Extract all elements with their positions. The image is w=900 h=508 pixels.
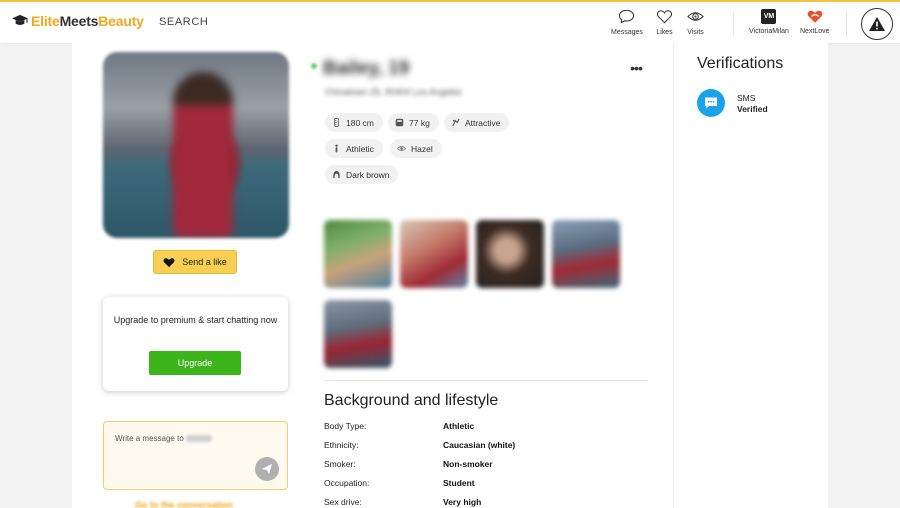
sms-verification-badge: [697, 89, 725, 117]
scale-icon: [395, 118, 404, 127]
header-divider: [733, 11, 734, 37]
gallery-thumbnail[interactable]: [324, 220, 392, 288]
attribute-value: Non-smoker: [443, 459, 493, 469]
hair-icon: [333, 170, 340, 179]
verifications-title: Verifications: [697, 55, 784, 72]
site-logo[interactable]: Elite Meets Beauty: [11, 13, 144, 29]
attribute-value: Student: [443, 478, 475, 488]
nextlove-label: NextLove: [800, 28, 830, 35]
logo-word-1: Elite: [31, 13, 60, 29]
height-icon: [334, 118, 339, 127]
logo-word-2: Meets: [59, 13, 99, 29]
attribute-label: Ethnicity:: [324, 440, 359, 450]
upgrade-button[interactable]: Upgrade: [149, 351, 241, 375]
graduation-cap-icon: [12, 14, 28, 25]
message-input[interactable]: Write a message to: [103, 421, 288, 490]
gallery-thumbnail[interactable]: [324, 300, 392, 368]
nextlove-logo-icon: [807, 10, 823, 23]
eye-icon: [687, 12, 704, 21]
messages-nav-label: Messages: [611, 29, 643, 36]
profile-location: Chinatown 25, 90404 Los Angeles: [325, 87, 462, 97]
warning-triangle-icon: [869, 17, 885, 31]
gallery-thumbnail[interactable]: [400, 220, 468, 288]
paper-plane-icon: [262, 464, 272, 474]
logo-word-3: Beauty: [98, 13, 144, 29]
attribute-label: Occupation:: [324, 478, 370, 488]
attribute-label: Body Type:: [324, 421, 367, 431]
photo-subject-blurred: [173, 72, 233, 238]
profile-name: Bailey, 19: [323, 58, 410, 79]
blurred-username: [185, 435, 212, 443]
send-message-button[interactable]: [255, 457, 279, 481]
victoriamilan-partner-link[interactable]: VM VictoriaMilan: [749, 9, 789, 35]
column-divider: [673, 43, 674, 508]
visits-nav-label: Visits: [687, 29, 704, 36]
sparkle-icon: [452, 118, 460, 127]
profile-photo[interactable]: [103, 52, 289, 238]
tag-height: 180 cm: [325, 113, 383, 132]
section-divider: [324, 380, 648, 381]
tag-eye-color: Hazel: [390, 139, 442, 158]
eye-icon: [397, 146, 406, 151]
victoriamilan-logo-icon: VM: [761, 9, 777, 24]
tag-weight: 77 kg: [388, 113, 439, 132]
attribute-value: Athletic: [443, 421, 475, 431]
chat-bubble-icon: [619, 9, 635, 24]
search-nav-link[interactable]: SEARCH: [159, 16, 208, 28]
likes-nav-label: Likes: [656, 29, 673, 36]
more-options-button[interactable]: •••: [624, 56, 648, 80]
messages-nav-button[interactable]: Messages: [611, 9, 643, 36]
top-navbar: Elite Meets Beauty SEARCH Messages Likes…: [0, 0, 900, 43]
send-like-label: Send a like: [182, 257, 227, 267]
sms-icon: [705, 97, 717, 109]
go-to-conversation-link[interactable]: Go to the conversation: [135, 500, 233, 508]
header-divider: [846, 11, 847, 37]
tag-body-type: Athletic: [325, 139, 383, 158]
victoriamilan-label: VictoriaMilan: [749, 28, 789, 35]
upgrade-panel: Upgrade to premium & start chatting now …: [103, 297, 288, 391]
gallery-thumbnail[interactable]: [476, 220, 544, 288]
message-placeholder: Write a message to: [115, 434, 212, 443]
attribute-value: Caucasian (white): [443, 440, 516, 450]
likes-nav-button[interactable]: Likes: [656, 9, 673, 36]
lifestyle-section-title: Background and lifestyle: [324, 392, 499, 409]
visits-nav-button[interactable]: Visits: [687, 9, 704, 36]
attribute-label: Smoker:: [324, 459, 356, 469]
online-status-dot: [311, 63, 317, 69]
verification-status: Verified: [737, 104, 768, 114]
send-like-button[interactable]: Send a like: [153, 250, 237, 274]
tag-hair-color: Dark brown: [325, 165, 399, 184]
tag-appearance: Attractive: [444, 113, 510, 132]
upgrade-prompt: Upgrade to premium & start chatting now: [113, 315, 278, 325]
body-icon: [335, 144, 338, 153]
heart-outline-icon: [656, 10, 673, 24]
heart-filled-icon: [163, 257, 175, 267]
report-button[interactable]: [861, 8, 893, 40]
nextlove-partner-link[interactable]: NextLove: [800, 9, 830, 35]
verification-name: SMS: [737, 93, 756, 103]
gallery-thumbnail[interactable]: [552, 220, 620, 288]
attribute-value: Very high: [443, 497, 482, 507]
attribute-label: Sex drive:: [324, 497, 362, 507]
